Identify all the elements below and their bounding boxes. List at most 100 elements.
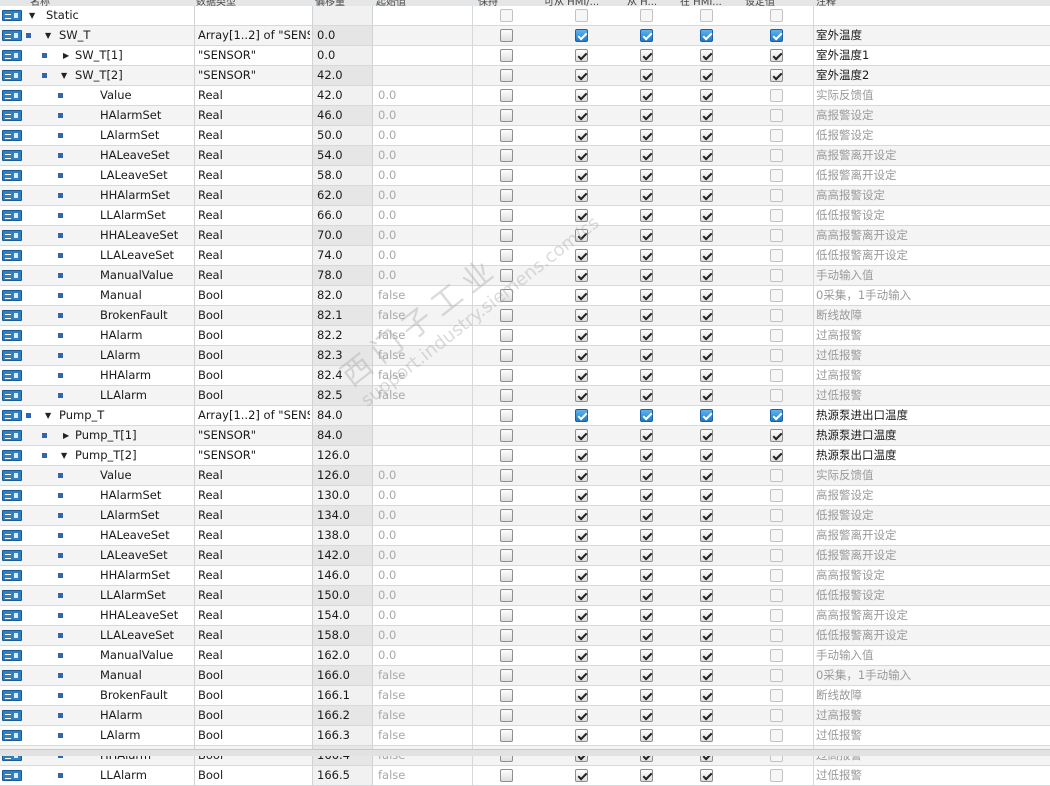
writable-hmi-checkbox[interactable]	[640, 189, 653, 202]
visible-hmi-checkbox[interactable]	[700, 729, 713, 742]
visible-hmi-checkbox[interactable]	[700, 29, 713, 42]
tag-comment[interactable]: 过低报警	[813, 766, 1043, 785]
retain-checkbox[interactable]	[500, 409, 513, 422]
tag-name[interactable]: HHALeaveSet	[100, 226, 190, 245]
table-row[interactable]: LLALeaveSet Real 74.0 0.0 低低报警离开设定	[0, 246, 1050, 266]
accessible-hmi-checkbox[interactable]	[575, 89, 588, 102]
retain-checkbox[interactable]	[500, 629, 513, 642]
tag-datatype[interactable]: Real	[194, 266, 310, 285]
writable-hmi-checkbox[interactable]	[640, 229, 653, 242]
accessible-hmi-checkbox[interactable]	[575, 149, 588, 162]
table-row[interactable]: HHAlarmSet Real 146.0 0.0 高高报警设定	[0, 566, 1050, 586]
tag-comment[interactable]: 低报警离开设定	[813, 546, 1043, 565]
tag-start-value[interactable]: 0.0	[372, 126, 472, 145]
tag-comment[interactable]: 低低报警设定	[813, 206, 1043, 225]
tag-datatype[interactable]: Bool	[194, 766, 310, 785]
tag-start-value[interactable]: false	[372, 706, 472, 725]
tag-start-value[interactable]: false	[372, 366, 472, 385]
tag-name[interactable]: LAlarmSet	[100, 126, 190, 145]
retain-checkbox[interactable]	[500, 69, 513, 82]
tag-datatype[interactable]: Bool	[194, 286, 310, 305]
setpoint-checkbox[interactable]	[770, 349, 783, 362]
visible-hmi-checkbox[interactable]	[700, 509, 713, 522]
tag-name[interactable]: LALeaveSet	[100, 166, 190, 185]
tag-datatype[interactable]: Real	[194, 546, 310, 565]
writable-hmi-checkbox[interactable]	[640, 329, 653, 342]
writable-hmi-checkbox[interactable]	[640, 209, 653, 222]
accessible-hmi-checkbox[interactable]	[575, 109, 588, 122]
setpoint-checkbox[interactable]	[770, 689, 783, 702]
tag-datatype[interactable]: Bool	[194, 366, 310, 385]
writable-hmi-checkbox[interactable]	[640, 349, 653, 362]
tag-datatype[interactable]: Real	[194, 186, 310, 205]
retain-checkbox[interactable]	[500, 469, 513, 482]
table-row[interactable]: HHALeaveSet Real 70.0 0.0 高高报警离开设定	[0, 226, 1050, 246]
writable-hmi-checkbox[interactable]	[640, 429, 653, 442]
tag-start-value[interactable]	[372, 46, 472, 65]
tag-datatype[interactable]: Bool	[194, 706, 310, 725]
tag-start-value[interactable]: 0.0	[372, 206, 472, 225]
accessible-hmi-checkbox[interactable]	[575, 649, 588, 662]
visible-hmi-checkbox[interactable]	[700, 9, 713, 22]
accessible-hmi-checkbox[interactable]	[575, 229, 588, 242]
retain-checkbox[interactable]	[500, 449, 513, 462]
tag-comment[interactable]: 低低报警离开设定	[813, 626, 1043, 645]
table-row[interactable]: ▼ Pump_TArray[1..2] of "SENS...84.0 热源泵进出口…	[0, 406, 1050, 426]
accessible-hmi-checkbox[interactable]	[575, 709, 588, 722]
tag-comment[interactable]: 高报警离开设定	[813, 146, 1043, 165]
tag-name[interactable]: Pump_T[2]	[75, 446, 190, 465]
tag-name[interactable]: Static	[46, 6, 190, 25]
table-row[interactable]: HAlarmSet Real 130.0 0.0 高报警设定	[0, 486, 1050, 506]
table-row[interactable]: LAlarm Bool 166.3 false 过低报警	[0, 726, 1050, 746]
tag-datatype[interactable]: Bool	[194, 386, 310, 405]
tag-start-value[interactable]: 0.0	[372, 486, 472, 505]
visible-hmi-checkbox[interactable]	[700, 549, 713, 562]
tag-start-value[interactable]	[372, 446, 472, 465]
visible-hmi-checkbox[interactable]	[700, 229, 713, 242]
setpoint-checkbox[interactable]	[770, 589, 783, 602]
setpoint-checkbox[interactable]	[770, 649, 783, 662]
tag-comment[interactable]: 高报警设定	[813, 486, 1043, 505]
writable-hmi-checkbox[interactable]	[640, 289, 653, 302]
retain-checkbox[interactable]	[500, 269, 513, 282]
retain-checkbox[interactable]	[500, 709, 513, 722]
retain-checkbox[interactable]	[500, 369, 513, 382]
retain-checkbox[interactable]	[500, 649, 513, 662]
visible-hmi-checkbox[interactable]	[700, 309, 713, 322]
tag-datatype[interactable]: Real	[194, 466, 310, 485]
accessible-hmi-checkbox[interactable]	[575, 169, 588, 182]
setpoint-checkbox[interactable]	[770, 429, 783, 442]
table-row[interactable]: LLAlarm Bool 166.5 false 过低报警	[0, 766, 1050, 786]
tag-comment[interactable]: 过高报警	[813, 366, 1043, 385]
visible-hmi-checkbox[interactable]	[700, 389, 713, 402]
writable-hmi-checkbox[interactable]	[640, 709, 653, 722]
visible-hmi-checkbox[interactable]	[700, 629, 713, 642]
tag-name[interactable]: LAlarmSet	[100, 506, 190, 525]
tag-datatype[interactable]: Real	[194, 226, 310, 245]
accessible-hmi-checkbox[interactable]	[575, 489, 588, 502]
accessible-hmi-checkbox[interactable]	[575, 729, 588, 742]
tag-start-value[interactable]: 0.0	[372, 86, 472, 105]
tag-datatype[interactable]: Real	[194, 506, 310, 525]
tag-datatype[interactable]: Real	[194, 106, 310, 125]
accessible-hmi-checkbox[interactable]	[575, 189, 588, 202]
tag-start-value[interactable]: 0.0	[372, 586, 472, 605]
setpoint-checkbox[interactable]	[770, 549, 783, 562]
tag-start-value[interactable]	[372, 406, 472, 425]
retain-checkbox[interactable]	[500, 129, 513, 142]
accessible-hmi-checkbox[interactable]	[575, 29, 588, 42]
visible-hmi-checkbox[interactable]	[700, 609, 713, 622]
table-row[interactable]: LAlarmSet Real 50.0 0.0 低报警设定	[0, 126, 1050, 146]
retain-checkbox[interactable]	[500, 429, 513, 442]
tag-comment[interactable]: 热源泵进出口温度	[813, 406, 1043, 425]
tag-name[interactable]: Pump_T	[59, 406, 190, 425]
accessible-hmi-checkbox[interactable]	[575, 409, 588, 422]
setpoint-checkbox[interactable]	[770, 169, 783, 182]
writable-hmi-checkbox[interactable]	[640, 729, 653, 742]
accessible-hmi-checkbox[interactable]	[575, 669, 588, 682]
tag-comment[interactable]: 高高报警设定	[813, 186, 1043, 205]
tag-datatype[interactable]: Bool	[194, 666, 310, 685]
visible-hmi-checkbox[interactable]	[700, 409, 713, 422]
retain-checkbox[interactable]	[500, 49, 513, 62]
accessible-hmi-checkbox[interactable]	[575, 549, 588, 562]
